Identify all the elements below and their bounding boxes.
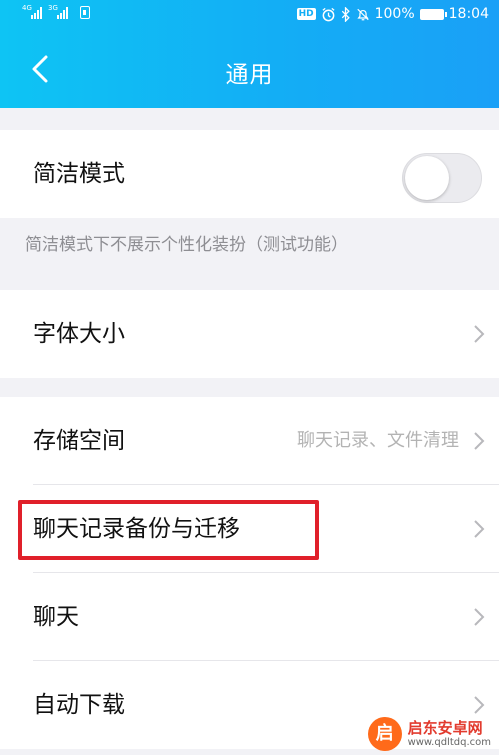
chevron-right-icon	[474, 696, 485, 714]
toggle-knob	[405, 156, 449, 200]
watermark-name: 启东安卓网	[407, 719, 483, 737]
status-left: 4G 3G	[22, 4, 90, 19]
storage-detail: 聊天记录、文件清理	[297, 430, 459, 451]
status-bar: 4G 3G HD 100% 18:04	[0, 0, 499, 30]
nav-bar: 通用	[0, 30, 499, 108]
watermark-url: www.qdltdq.com	[407, 737, 491, 748]
hd-icon: HD	[296, 8, 316, 20]
chat-label: 聊天	[33, 604, 79, 630]
simple-mode-hint: 简洁模式下不展示个性化装扮（测试功能）	[25, 235, 348, 255]
signal-generation-label-2: 3G	[48, 4, 58, 12]
clock-time: 18:04	[448, 6, 489, 22]
settings-row-storage[interactable]: 存储空间 聊天记录、文件清理	[0, 397, 499, 485]
settings-row-simple-mode[interactable]: 简洁模式	[0, 130, 499, 218]
signal-generation-label: 4G	[22, 4, 32, 12]
chevron-right-icon	[474, 432, 485, 450]
watermark-text: 启东安卓网 www.qdltdq.com	[408, 719, 491, 749]
chevron-right-icon	[474, 608, 485, 626]
chevron-right-icon	[474, 520, 485, 538]
highlight-box	[18, 500, 319, 560]
mute-icon	[356, 8, 369, 20]
auto-download-label: 自动下载	[33, 692, 125, 718]
simple-mode-label: 简洁模式	[33, 161, 125, 187]
chevron-right-icon	[474, 325, 485, 343]
storage-label: 存储空间	[33, 428, 125, 454]
alarm-icon	[322, 7, 335, 21]
settings-row-font-size[interactable]: 字体大小	[0, 290, 499, 378]
battery-percent: 100%	[374, 6, 415, 22]
status-right: HD 100% 18:04	[296, 5, 489, 23]
signal-strength-icon: 4G	[22, 4, 42, 19]
sim-card-icon	[80, 6, 90, 19]
page-title: 通用	[225, 62, 274, 88]
simple-mode-toggle[interactable]	[402, 153, 482, 203]
font-size-label: 字体大小	[33, 321, 125, 347]
app-header: 4G 3G HD 100% 18:04 通用	[0, 0, 499, 108]
watermark-logo-icon: 启	[367, 717, 402, 751]
battery-icon	[419, 8, 447, 20]
signal-strength-icon-2: 3G	[48, 4, 68, 19]
watermark: 启 启东安卓网 www.qdltdq.com	[367, 717, 491, 751]
settings-row-chat[interactable]: 聊天	[0, 573, 499, 661]
bluetooth-icon	[341, 6, 350, 22]
